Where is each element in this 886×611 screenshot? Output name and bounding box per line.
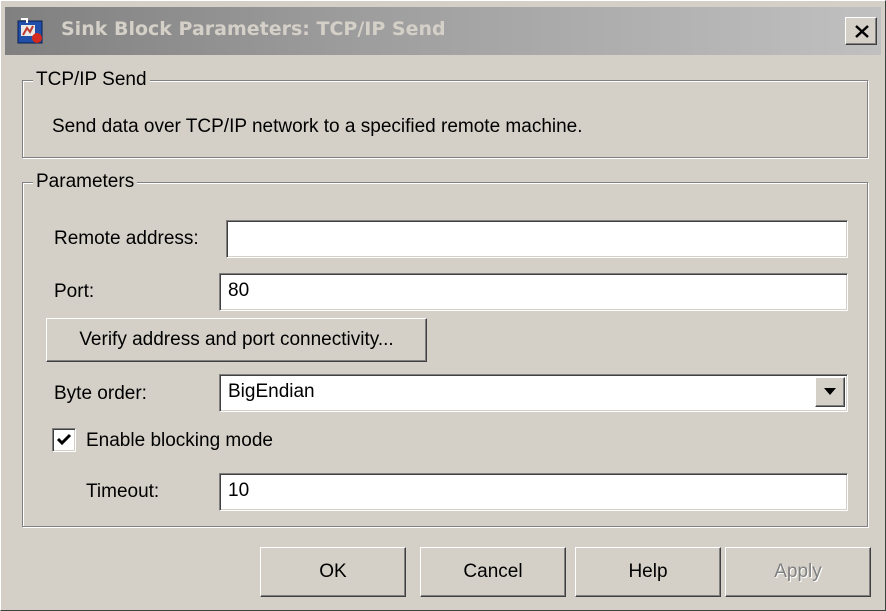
port-input[interactable]: 80 (219, 273, 848, 311)
help-button[interactable]: Help (575, 547, 721, 597)
title-bar[interactable]: Sink Block Parameters: TCP/IP Send (5, 7, 881, 55)
byte-order-select[interactable]: BigEndian (219, 374, 848, 412)
close-icon (855, 25, 869, 38)
dialog-window: Sink Block Parameters: TCP/IP Send TCP/I… (0, 0, 886, 611)
simulink-block-icon (17, 18, 43, 44)
verify-connectivity-button[interactable]: Verify address and port connectivity... (46, 318, 427, 362)
description-group: TCP/IP Send Send data over TCP/IP networ… (22, 69, 868, 158)
description-text: Send data over TCP/IP network to a speci… (52, 116, 583, 137)
ok-button[interactable]: OK (260, 547, 406, 597)
close-button[interactable] (845, 17, 877, 45)
byte-order-value: BigEndian (228, 381, 315, 402)
byte-order-label: Byte order: (54, 383, 147, 404)
remote-address-label: Remote address: (54, 228, 199, 249)
description-group-legend: TCP/IP Send (33, 69, 150, 91)
checkmark-icon (56, 433, 72, 446)
window-title: Sink Block Parameters: TCP/IP Send (61, 18, 446, 40)
port-label: Port: (54, 281, 95, 302)
chevron-down-icon (824, 388, 836, 395)
timeout-input[interactable]: 10 (219, 473, 848, 511)
byte-order-dropdown-button[interactable] (815, 377, 845, 407)
parameters-group-legend: Parameters (33, 171, 138, 193)
blocking-mode-checkbox[interactable] (52, 428, 76, 452)
cancel-button[interactable]: Cancel (420, 547, 566, 597)
apply-button[interactable]: Apply (725, 547, 871, 597)
parameters-group: Parameters Remote address: Port: 80 Veri… (22, 171, 868, 527)
timeout-label: Timeout: (86, 481, 160, 502)
remote-address-input[interactable] (226, 220, 848, 258)
blocking-mode-label[interactable]: Enable blocking mode (86, 429, 273, 453)
